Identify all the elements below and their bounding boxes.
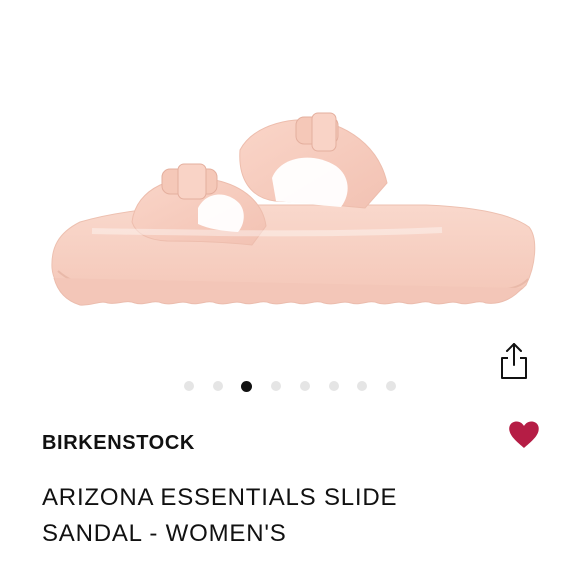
favorite-button[interactable] [503,417,545,453]
brand-name[interactable]: BIRKENSTOCK [42,432,195,455]
product-title: ARIZONA ESSENTIALS SLIDE SANDAL - WOMEN'… [42,484,398,547]
carousel-dot-2[interactable] [212,381,223,391]
image-carousel-indicator[interactable] [184,378,396,394]
share-icon [501,343,527,379]
carousel-dot-4[interactable] [271,381,282,391]
carousel-dot-3-active[interactable] [241,380,253,392]
carousel-dot-7[interactable] [357,381,368,391]
carousel-dot-6[interactable] [328,381,339,391]
share-button[interactable] [494,338,534,384]
carousel-dot-1[interactable] [184,381,194,391]
heart-icon [509,421,539,448]
product-image [0,0,580,360]
carousel-dot-8[interactable] [385,381,396,391]
carousel-dot-5[interactable] [299,381,310,391]
